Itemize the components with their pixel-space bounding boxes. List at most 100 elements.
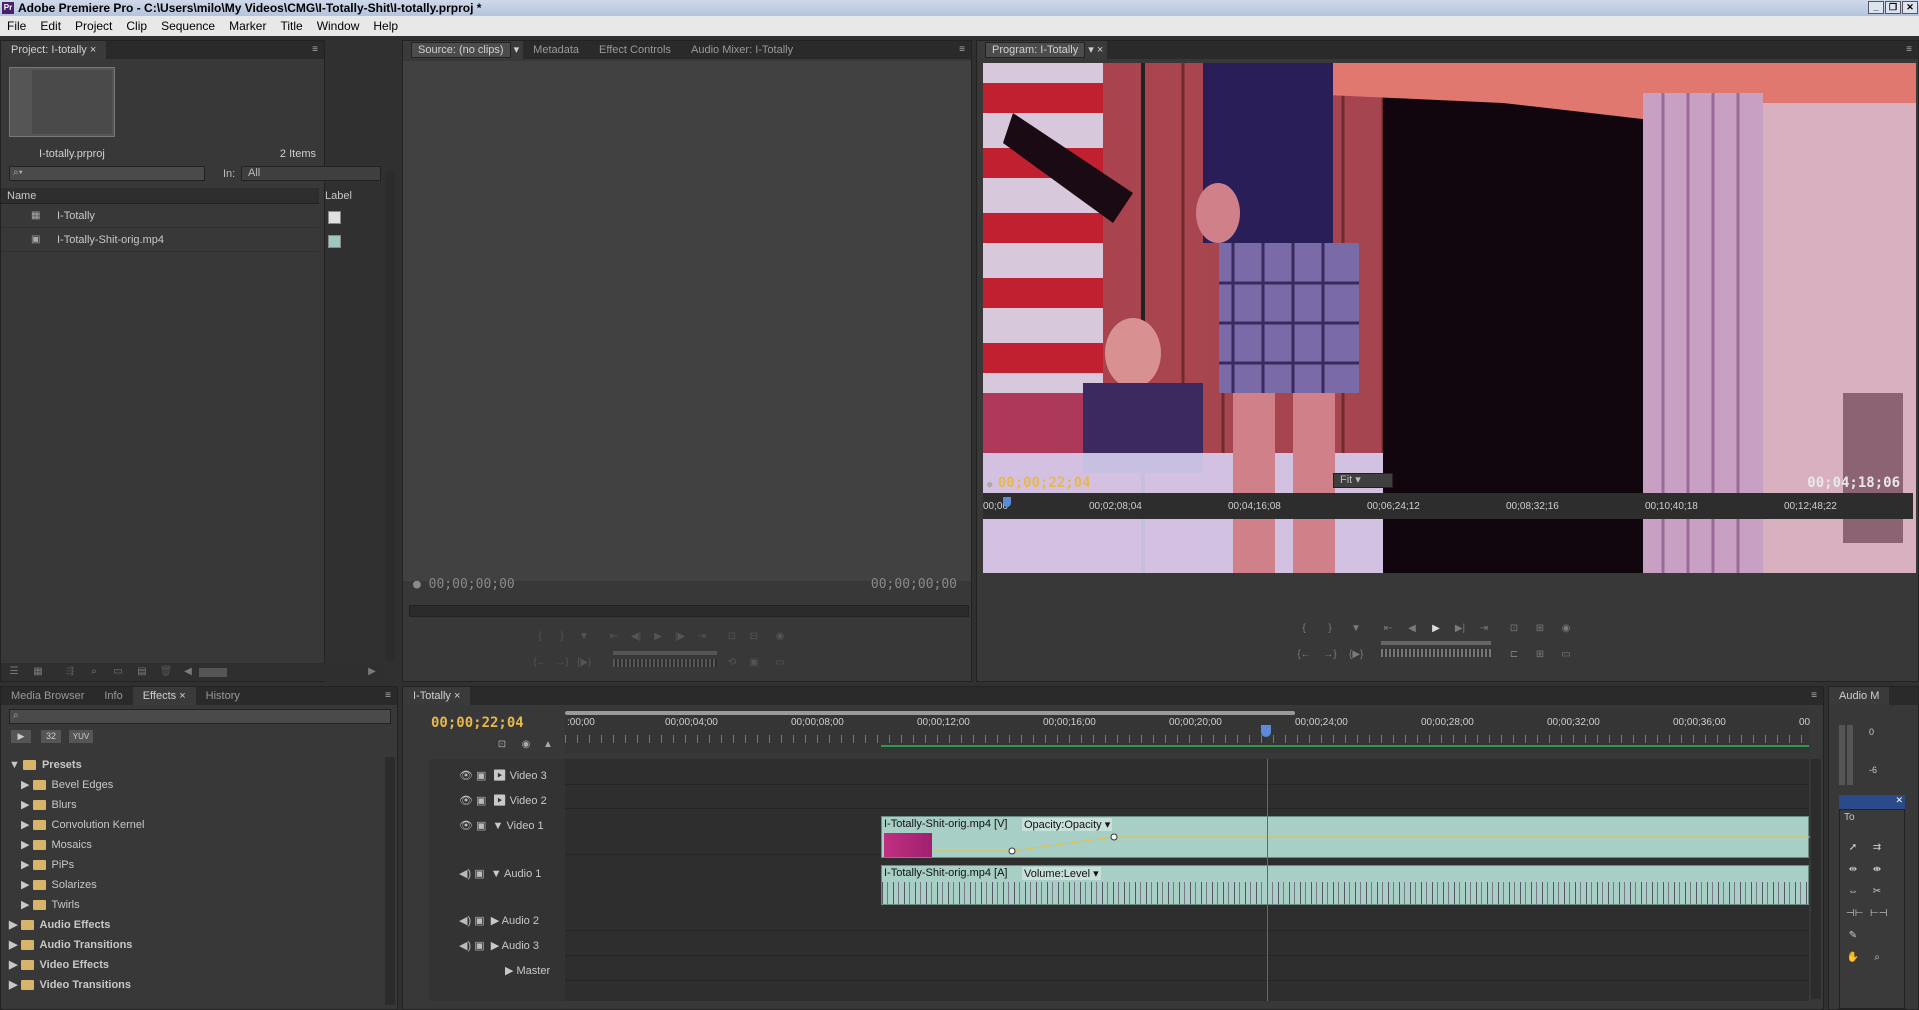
go-to-out-icon[interactable]: ⇥ [695, 631, 709, 643]
tree-item-category[interactable]: ▶ Audio Effects [9, 917, 319, 933]
timeline-scrollbar[interactable] [1811, 759, 1821, 999]
tab-sequence[interactable]: I-Totally × [403, 687, 471, 705]
go-to-next-marker-icon[interactable]: →} [555, 657, 569, 669]
menu-project[interactable]: Project [68, 16, 119, 36]
lock-icon[interactable]: ▣ [476, 795, 486, 807]
speaker-icon[interactable]: ◀) [459, 940, 471, 952]
razor-tool-icon[interactable]: ✂ [1870, 886, 1884, 898]
menu-sequence[interactable]: Sequence [154, 16, 222, 36]
tools-tab[interactable]: To [1844, 812, 1855, 823]
automate-icon[interactable]: ⇶ [63, 666, 77, 678]
hand-tool-icon[interactable]: ✋ [1846, 952, 1860, 964]
step-back-icon[interactable]: ◀ [1405, 623, 1419, 635]
menu-marker[interactable]: Marker [222, 16, 273, 36]
go-to-out-icon[interactable]: ⇥ [1477, 623, 1491, 635]
mark-in-icon[interactable]: { [1297, 623, 1311, 635]
menu-edit[interactable]: Edit [33, 16, 68, 36]
play-icon[interactable]: ▶ [1429, 623, 1443, 635]
lock-icon[interactable]: ▣ [476, 820, 486, 832]
video-clip[interactable]: I-Totally-Shit-orig.mp4 [V] Opacity:Opac… [881, 816, 1810, 859]
lock-icon[interactable]: ▣ [476, 770, 486, 782]
eye-icon[interactable]: 👁 [459, 770, 473, 782]
playhead-line[interactable] [1267, 759, 1268, 1001]
tree-item-preset[interactable]: ▶ PiPs [21, 857, 331, 873]
speaker-icon[interactable]: ◀) [459, 915, 471, 927]
output-icon[interactable]: ▭ [1559, 649, 1573, 661]
output-icon[interactable]: ▭ [773, 657, 787, 669]
new-bin-icon[interactable]: ▭ [111, 666, 125, 678]
tab-audio-meters[interactable]: Audio M [1829, 687, 1890, 705]
tree-item-preset[interactable]: ▶ Solarizes [21, 877, 331, 893]
program-playhead-marker[interactable] [1003, 497, 1011, 507]
horizontal-scroll-thumb[interactable] [199, 668, 227, 677]
scroll-left-icon[interactable]: ◀ [181, 666, 195, 678]
tree-item-category[interactable]: ▶ Video Transitions [9, 977, 319, 993]
track-video-3[interactable] [565, 763, 1809, 785]
add-marker-icon[interactable]: ▼ [577, 631, 591, 643]
go-to-prev-marker-icon[interactable]: {← [533, 657, 547, 669]
speaker-icon[interactable]: ◀) [459, 868, 471, 880]
program-timecode-current[interactable]: ● 00;00;22;04 [987, 475, 1091, 491]
tab-source[interactable]: Source: (no clips) ▾ [403, 41, 524, 59]
mark-in-icon[interactable]: { [533, 631, 547, 643]
eye-icon[interactable]: 👁 [459, 795, 473, 807]
panel-menu-icon[interactable]: ≡ [959, 44, 965, 55]
tab-media-browser[interactable]: Media Browser [1, 687, 94, 705]
accelerated-effects-icon[interactable]: ▶ [11, 730, 31, 743]
safe-margins-icon[interactable]: ⊞ [1533, 649, 1547, 661]
close-button[interactable]: ✕ [1902, 1, 1918, 14]
tab-audio-mixer[interactable]: Audio Mixer: I-Totally [681, 41, 803, 59]
opacity-keyframe-line[interactable] [882, 817, 1810, 859]
zoom-fit-select[interactable]: Fit ▾ [1333, 473, 1393, 488]
go-to-next-edit-icon[interactable]: →} [1323, 649, 1337, 661]
play-in-to-out-icon[interactable]: {▶} [1349, 649, 1363, 661]
col-name-header[interactable]: Name [7, 190, 36, 202]
new-item-icon[interactable]: ▤ [135, 666, 149, 678]
tree-item-preset[interactable]: ▶ Twirls [21, 897, 331, 913]
work-area-bar[interactable] [565, 711, 1295, 715]
lock-icon[interactable]: ▣ [474, 940, 484, 952]
track-audio-3[interactable] [565, 934, 1809, 956]
maximize-button[interactable]: ❐ [1885, 1, 1901, 14]
tab-project[interactable]: Project: I-totally × [1, 41, 107, 59]
list-item[interactable]: ▦ I-Totally [1, 206, 341, 228]
eye-icon[interactable]: 👁 [459, 820, 473, 832]
effects-scrollbar[interactable] [385, 757, 395, 1005]
label-color-swatch[interactable] [328, 211, 341, 224]
track-master[interactable] [565, 959, 1809, 981]
tab-effect-controls[interactable]: Effect Controls [589, 41, 681, 59]
export-frame-icon[interactable]: ◉ [773, 631, 787, 643]
jog-wheel[interactable] [1381, 649, 1491, 657]
tree-item-preset[interactable]: ▶ Blurs [21, 797, 331, 813]
step-forward-icon[interactable]: ▶| [1453, 623, 1467, 635]
panel-menu-icon[interactable]: ≡ [1811, 690, 1817, 701]
export-frame-icon[interactable]: ◉ [1559, 623, 1573, 635]
panel-menu-icon[interactable]: ≡ [312, 44, 318, 55]
list-view-icon[interactable]: ☰ [7, 666, 21, 678]
track-audio-2[interactable] [565, 909, 1809, 931]
menu-window[interactable]: Window [310, 16, 367, 36]
tree-item-preset[interactable]: ▶ Mosaics [21, 837, 331, 853]
source-timecode-current[interactable]: ● 00;00;00;00 [413, 577, 515, 592]
play-in-to-out-icon[interactable]: {▶} [577, 657, 591, 669]
lock-icon[interactable]: ▣ [474, 915, 484, 927]
step-back-icon[interactable]: ◀| [629, 631, 643, 643]
menu-title[interactable]: Title [273, 16, 309, 36]
go-to-in-icon[interactable]: ⇤ [607, 631, 621, 643]
slide-tool-icon[interactable]: ⊢⊣ [1870, 908, 1887, 920]
tab-info[interactable]: Info [94, 687, 132, 705]
rate-stretch-tool-icon[interactable]: ⇔ [1846, 886, 1860, 898]
panel-menu-icon[interactable]: ≡ [1906, 44, 1912, 55]
track-select-tool-icon[interactable]: ⇉ [1870, 842, 1884, 854]
shuttle-slider[interactable] [613, 651, 717, 655]
tree-item-category[interactable]: ▶ Audio Transitions [9, 937, 319, 953]
insert-icon[interactable]: ⊡ [725, 631, 739, 643]
loop-icon[interactable]: ⊏ [1507, 649, 1521, 661]
rolling-edit-tool-icon[interactable]: ⇼ [1870, 864, 1884, 876]
set-marker-icon[interactable]: ◉ [519, 739, 533, 751]
tree-item-category[interactable]: ▶ Video Effects [9, 957, 319, 973]
menu-help[interactable]: Help [366, 16, 405, 36]
timeline-ruler[interactable]: :00;00 00;00;04;00 00;00;08;00 00;00;12;… [565, 709, 1810, 753]
mark-out-icon[interactable]: } [1323, 623, 1337, 635]
jog-wheel[interactable] [613, 659, 717, 667]
